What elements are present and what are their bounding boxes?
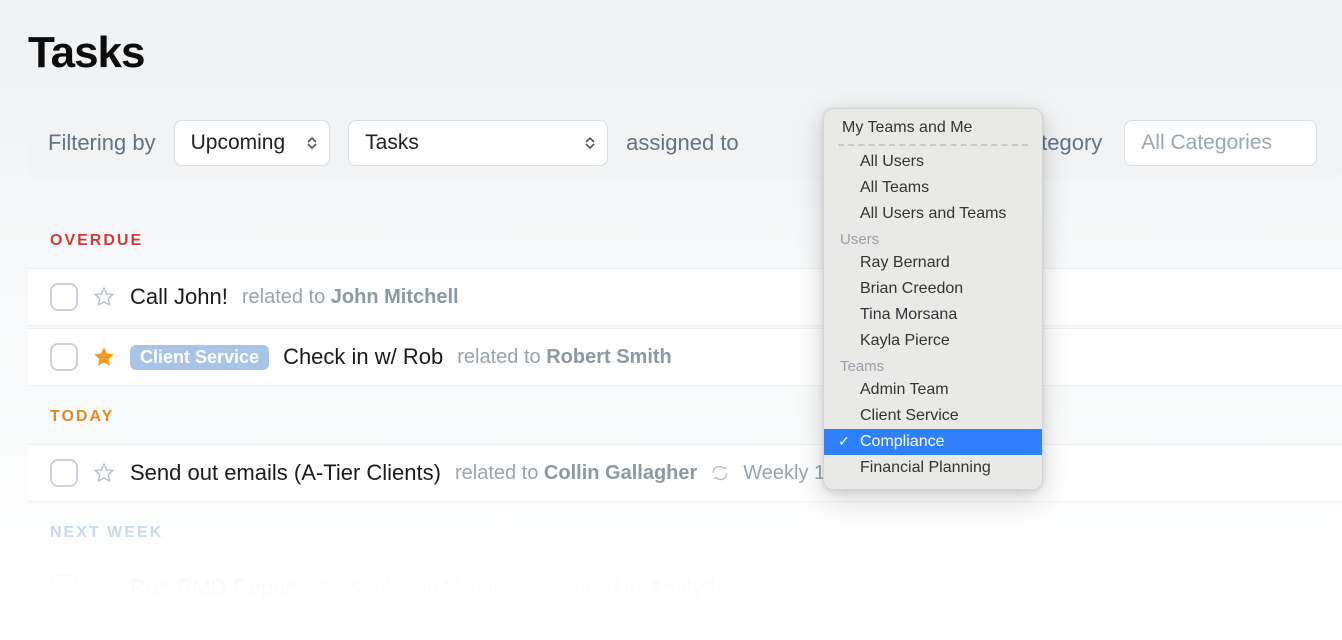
repeat-icon xyxy=(313,579,331,597)
task-related: related to John Mitchell xyxy=(242,286,459,309)
filter-bar: Filtering by Upcoming Tasks assigned to … xyxy=(28,106,1342,180)
dropdown-item-team[interactable]: Financial Planning xyxy=(824,455,1042,481)
dropdown-item-all-users-and-teams[interactable]: All Users and Teams xyxy=(824,201,1042,227)
task-recurrence: Weekly on Mondays xyxy=(345,577,525,600)
dropdown-item-team-selected[interactable]: Compliance xyxy=(824,429,1042,455)
task-title: Send out emails (A-Tier Clients) xyxy=(130,460,441,486)
star-icon[interactable] xyxy=(92,576,116,600)
chevrons-updown-icon xyxy=(585,137,595,149)
task-row[interactable]: Client Service Check in w/ Rob related t… xyxy=(28,328,1342,386)
star-icon[interactable] xyxy=(92,461,116,485)
star-icon[interactable] xyxy=(92,285,116,309)
task-list: Overdue Call John! related to John Mitch… xyxy=(28,210,1342,616)
timeframe-select[interactable]: Upcoming xyxy=(174,120,331,166)
dropdown-item-team[interactable]: Client Service xyxy=(824,403,1042,429)
category-value: All Categories xyxy=(1141,131,1272,155)
dropdown-divider xyxy=(838,144,1028,146)
page-title: Tasks xyxy=(28,28,1342,78)
dropdown-item-all-teams[interactable]: All Teams xyxy=(824,175,1042,201)
dropdown-item-user[interactable]: Kayla Pierce xyxy=(824,328,1042,354)
dropdown-group-teams: Teams xyxy=(824,354,1042,377)
section-header-overdue: Overdue xyxy=(28,210,1342,268)
dropdown-item-user[interactable]: Ray Bernard xyxy=(824,250,1042,276)
dropdown-item-user[interactable]: Tina Morsana xyxy=(824,302,1042,328)
chevrons-updown-icon xyxy=(307,137,317,149)
task-checkbox[interactable] xyxy=(50,343,78,371)
star-icon-filled[interactable] xyxy=(92,345,116,369)
task-title: Run RMD Report xyxy=(130,575,299,601)
type-select[interactable]: Tasks xyxy=(348,120,608,166)
assigned-to-label: assigned to xyxy=(626,130,739,156)
assignee-dropdown[interactable]: My Teams and Me All Users All Teams All … xyxy=(823,108,1043,490)
task-title: Call John! xyxy=(130,284,228,310)
dropdown-item-my-teams-and-me[interactable]: My Teams and Me xyxy=(824,115,1042,141)
section-header-next-week: Next Week xyxy=(28,502,1342,560)
task-row[interactable]: Send out emails (A-Tier Clients) related… xyxy=(28,444,1342,502)
task-checkbox[interactable] xyxy=(50,459,78,487)
repeat-icon xyxy=(711,464,729,482)
related-contact[interactable]: Collin Gallagher xyxy=(544,462,697,484)
type-value: Tasks xyxy=(365,131,419,155)
related-contact[interactable]: Robert Smith xyxy=(546,346,672,368)
task-checkbox[interactable] xyxy=(50,283,78,311)
dropdown-item-team[interactable]: Admin Team xyxy=(824,377,1042,403)
dropdown-item-user[interactable]: Brian Creedon xyxy=(824,276,1042,302)
task-related: related to Robert Smith xyxy=(457,346,672,369)
related-contact[interactable]: John Mitchell xyxy=(331,286,459,308)
task-row[interactable]: Run RMD Report Weekly on Mondays assigne… xyxy=(28,560,1342,616)
filtering-by-label: Filtering by xyxy=(48,130,156,156)
task-category-badge: Client Service xyxy=(130,345,269,370)
category-select[interactable]: All Categories xyxy=(1124,120,1317,166)
dropdown-group-users: Users xyxy=(824,227,1042,250)
timeframe-value: Upcoming xyxy=(191,131,286,155)
task-title: Check in w/ Rob xyxy=(283,344,443,370)
task-checkbox[interactable] xyxy=(50,574,78,602)
task-related: related to Collin Gallagher xyxy=(455,462,697,485)
section-header-today: Today xyxy=(28,386,1342,444)
dropdown-item-all-users[interactable]: All Users xyxy=(824,149,1042,175)
task-row[interactable]: Call John! related to John Mitchell xyxy=(28,268,1342,326)
task-assignee: assigned to Analytics xyxy=(538,577,737,600)
